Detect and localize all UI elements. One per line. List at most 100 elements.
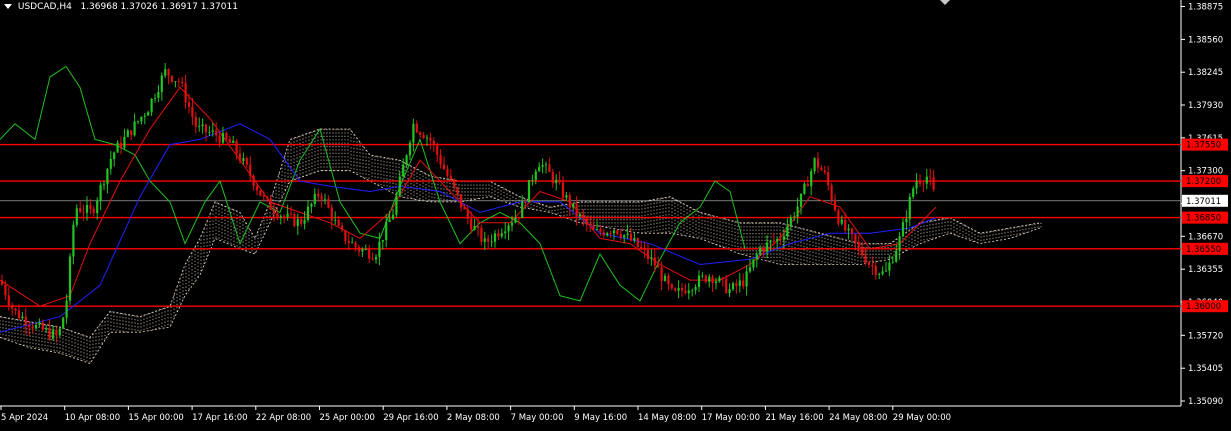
candle-body xyxy=(555,179,558,183)
candle-body xyxy=(422,134,425,139)
candle-body xyxy=(385,221,388,241)
level-label: 1.37200 xyxy=(1186,177,1221,187)
candle-body xyxy=(473,226,476,230)
candle-body xyxy=(215,130,218,136)
candle-body xyxy=(524,201,527,203)
candle-body xyxy=(541,165,544,167)
candle-body xyxy=(340,225,344,231)
candle-body xyxy=(119,142,123,148)
candle-body xyxy=(609,233,612,234)
candle-body xyxy=(735,283,738,286)
candle-body xyxy=(827,172,830,186)
candle-body xyxy=(17,310,21,319)
candle-body xyxy=(884,270,888,272)
candle-body xyxy=(616,230,619,234)
candle-body xyxy=(157,92,160,98)
candle-body xyxy=(327,198,330,208)
candle-body xyxy=(929,176,932,178)
candle-body xyxy=(184,83,187,103)
candle-body xyxy=(844,219,847,231)
time-tick-label: 17 Apr 16:00 xyxy=(192,413,247,423)
candle-body xyxy=(895,250,898,262)
candle-body xyxy=(606,233,609,236)
candle-body xyxy=(102,184,106,185)
candle-body xyxy=(160,75,163,92)
candle-body xyxy=(62,317,65,329)
candle-body xyxy=(344,230,347,242)
candle-body xyxy=(221,133,225,143)
candle-body xyxy=(745,271,748,287)
time-tick-label: 7 May 00:00 xyxy=(511,413,564,423)
candle-body xyxy=(357,247,361,252)
candle-body xyxy=(629,233,633,241)
candle-body xyxy=(21,316,24,319)
candle-body xyxy=(425,137,429,139)
candle-body xyxy=(276,213,279,218)
candle-body xyxy=(708,276,711,282)
candle-body xyxy=(255,186,259,191)
candle-body xyxy=(368,249,371,259)
candle-body xyxy=(534,171,537,180)
candle-body xyxy=(283,216,286,217)
price-tick-label: 1.35405 xyxy=(1188,364,1223,374)
candle-body xyxy=(170,75,174,82)
candle-body xyxy=(738,280,741,286)
candle-body xyxy=(7,295,10,306)
candle-body xyxy=(612,230,616,234)
candle-body xyxy=(211,130,214,132)
candle-body xyxy=(582,214,585,219)
candle-body xyxy=(72,224,75,257)
time-tick-label: 5 Apr 2024 xyxy=(1,413,48,423)
candle-body xyxy=(415,123,418,133)
candle-body xyxy=(891,261,894,263)
time-tick-label: 29 May 00:00 xyxy=(893,413,951,423)
candle-body xyxy=(75,208,78,225)
candle-body xyxy=(687,290,690,294)
candle-body xyxy=(867,263,871,265)
candle-body xyxy=(589,223,592,226)
candle-body xyxy=(306,206,310,220)
candle-body xyxy=(878,274,881,275)
candle-body xyxy=(772,241,775,242)
candle-body xyxy=(313,193,316,204)
level-label: 1.36000 xyxy=(1186,302,1221,312)
candle-body xyxy=(249,164,252,176)
candle-body xyxy=(759,247,762,255)
candle-body xyxy=(701,275,704,277)
level-label: 1.37550 xyxy=(1186,141,1221,151)
candle-body xyxy=(51,330,55,339)
candle-body xyxy=(232,140,235,143)
candle-body xyxy=(187,102,191,107)
candle-body xyxy=(765,242,769,252)
candle-body xyxy=(932,177,935,190)
candle-body xyxy=(742,280,745,287)
price-chart-svg[interactable]: 1.388751.385601.382451.379301.376151.373… xyxy=(0,0,1231,427)
candle-body xyxy=(266,196,269,199)
chart-area[interactable]: 1.388751.385601.382451.379301.376151.373… xyxy=(0,0,1231,427)
dropdown-triangle-icon[interactable] xyxy=(4,4,12,9)
candle-body xyxy=(538,166,541,172)
candle-body xyxy=(497,233,500,237)
candle-body xyxy=(677,288,680,291)
candle-body xyxy=(436,145,439,155)
candle-body xyxy=(11,305,14,309)
candle-body xyxy=(500,233,503,237)
candle-body xyxy=(116,142,119,153)
candle-body xyxy=(65,300,68,318)
candle-body xyxy=(136,121,140,122)
candle-body xyxy=(272,209,276,214)
time-tick-label: 14 May 08:00 xyxy=(638,413,696,423)
candle-body xyxy=(776,239,779,242)
candle-body xyxy=(813,158,816,172)
candle-body xyxy=(898,236,901,251)
candle-body xyxy=(561,182,565,198)
candle-body xyxy=(816,158,820,168)
candle-body xyxy=(153,98,157,99)
candle-body xyxy=(34,324,38,329)
candle-body xyxy=(881,271,884,274)
ohlc-values: 1.36968 1.37026 1.36917 1.37011 xyxy=(80,2,238,12)
candle-body xyxy=(432,140,435,146)
candle-body xyxy=(674,288,677,291)
candle-body xyxy=(810,171,813,187)
candle-body xyxy=(789,217,792,227)
